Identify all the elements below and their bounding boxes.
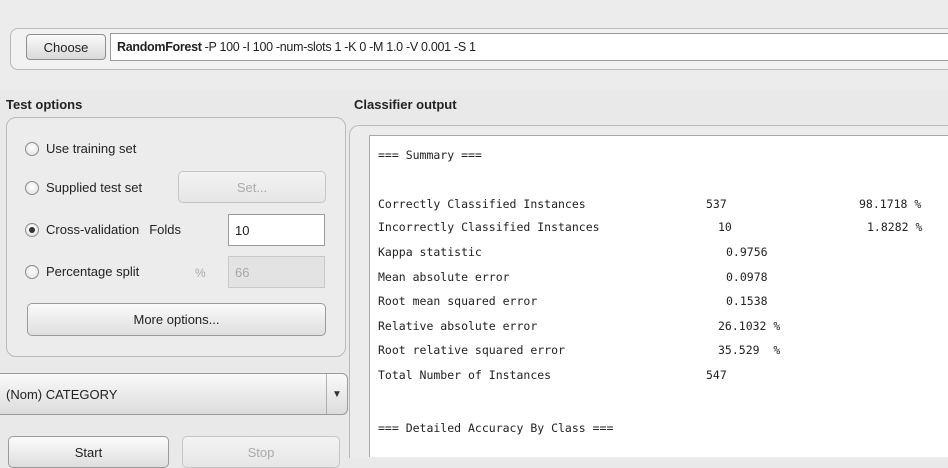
supplied-test-set-label: Supplied test set — [46, 180, 143, 195]
radio-icon[interactable] — [25, 180, 39, 195]
output-row-percent: 1.8282 % — [867, 220, 923, 234]
radio-dot — [29, 226, 35, 233]
cross-validation-label: Cross-validation — [46, 222, 140, 237]
output-row-label: Incorrectly Classified Instances — [378, 220, 600, 234]
start-button[interactable]: Start — [8, 436, 169, 468]
supplied-test-set-radio[interactable]: Supplied test set — [25, 180, 142, 195]
summary-header: === Summary === — [378, 148, 482, 162]
percentage-split-label: Percentage split — [46, 264, 140, 279]
output-row-value: 0.1538 — [726, 294, 768, 308]
use-training-set-label: Use training set — [46, 141, 137, 156]
output-row-label: Relative absolute error — [378, 319, 538, 333]
class-attribute-value: (Nom) CATEGORY — [6, 386, 118, 402]
output-row-percent: 98.1718 % — [859, 197, 922, 211]
classifier-output-text[interactable]: === Summary === Correctly Classified Ins… — [369, 135, 948, 457]
output-row-label: Mean absolute error — [378, 270, 510, 284]
classifier-name: RandomForest — [117, 40, 202, 54]
output-row-label: Total Number of Instances — [378, 368, 552, 382]
choose-button[interactable]: Choose — [26, 34, 106, 60]
test-options-title: Test options — [6, 97, 83, 112]
output-row-label: Root relative squared error — [378, 343, 565, 357]
output-row-value: 0.0978 — [726, 270, 768, 284]
detailed-accuracy-header: === Detailed Accuracy By Class === — [378, 421, 614, 435]
chevron-down-icon[interactable]: ▼ — [326, 374, 347, 414]
output-row-value: 547 — [706, 368, 727, 382]
more-options-button[interactable]: More options... — [27, 303, 326, 336]
output-row-label: Root mean squared error — [378, 294, 538, 308]
use-training-set-radio[interactable]: Use training set — [25, 141, 136, 156]
percentage-input[interactable]: 66 — [228, 256, 325, 288]
percent-symbol: % — [195, 266, 206, 280]
folds-input[interactable]: 10 — [228, 214, 325, 246]
output-row-value: 0.9756 — [726, 245, 768, 259]
output-row-value: 35.529 % — [718, 343, 781, 357]
radio-selected-icon[interactable] — [25, 222, 39, 237]
output-row-value: 26.1032 % — [718, 319, 781, 333]
folds-label: Folds — [149, 222, 181, 237]
classifier-options: -P 100 -I 100 -num-slots 1 -K 0 -M 1.0 -… — [204, 40, 476, 54]
output-row-value: 537 — [706, 197, 727, 211]
set-button[interactable]: Set... — [178, 171, 326, 203]
output-row-value: 10 — [718, 220, 732, 234]
class-attribute-select[interactable]: (Nom) CATEGORY ▼ — [0, 373, 348, 415]
stop-button[interactable]: Stop — [182, 436, 340, 468]
classifier-command-field[interactable]: RandomForest -P 100 -I 100 -num-slots 1 … — [110, 33, 948, 61]
cross-validation-radio[interactable]: Cross-validation Folds — [25, 222, 181, 237]
radio-icon[interactable] — [25, 264, 39, 279]
output-row-label: Kappa statistic — [378, 245, 482, 259]
classifier-output-title: Classifier output — [354, 97, 457, 112]
percentage-split-radio[interactable]: Percentage split — [25, 264, 139, 279]
radio-icon[interactable] — [25, 141, 39, 156]
output-row-label: Correctly Classified Instances — [378, 197, 586, 211]
